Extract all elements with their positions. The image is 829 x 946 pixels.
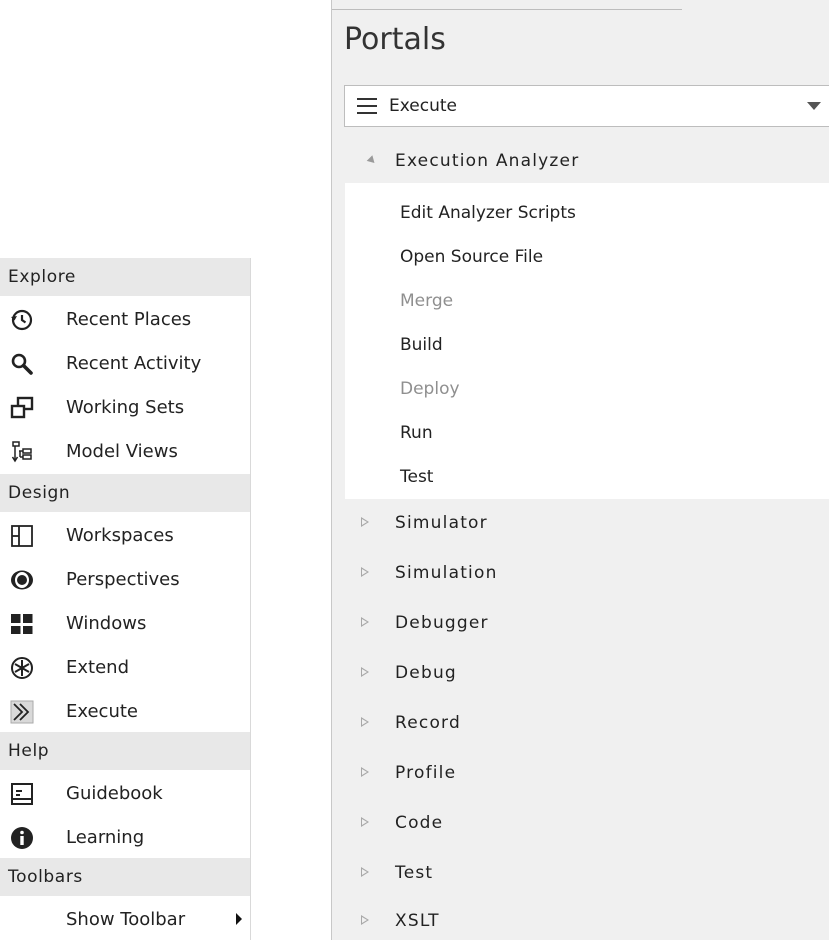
group-label: Test: [395, 863, 434, 883]
portal-item-test[interactable]: Test: [400, 455, 433, 499]
section-header-explore: Explore: [0, 258, 250, 296]
portal-item-run[interactable]: Run: [400, 411, 433, 455]
menu-item-perspectives[interactable]: Perspectives: [0, 558, 250, 602]
group-header-test[interactable]: Test: [345, 848, 829, 898]
info-icon: [11, 827, 33, 849]
collapsed-triangle-icon: [361, 817, 369, 827]
menu-item-label: Execute: [66, 701, 138, 722]
menu-item-guidebook[interactable]: Guidebook: [0, 772, 250, 816]
menu-item-label: Recent Places: [66, 309, 192, 330]
group-label: Profile: [395, 763, 457, 783]
portal-item-edit-analyzer-scripts[interactable]: Edit Analyzer Scripts: [400, 191, 576, 235]
panel-top-divider: [332, 9, 682, 10]
menu-item-label: Perspectives: [66, 569, 180, 590]
portal-selector-value: Execute: [389, 96, 457, 116]
portals-panel: Portals Execute Execution Analyzer Edit …: [331, 0, 829, 940]
collapsed-triangle-icon: [361, 567, 369, 577]
portals-menu: Explore Recent Places Recent Activity Wo…: [0, 258, 251, 940]
group-label: Simulator: [395, 513, 488, 533]
group-header-profile[interactable]: Profile: [345, 748, 829, 798]
group-header-simulation[interactable]: Simulation: [345, 548, 829, 598]
group-label: Record: [395, 713, 461, 733]
menu-item-recent-places[interactable]: Recent Places: [0, 298, 250, 342]
menu-item-working-sets[interactable]: Working Sets: [0, 386, 250, 430]
guidebook-icon: [11, 783, 33, 805]
menu-item-workspaces[interactable]: Workspaces: [0, 514, 250, 558]
collapsed-triangle-icon: [361, 667, 369, 677]
menu-item-label: Learning: [66, 827, 145, 848]
menu-item-label: Extend: [66, 657, 129, 678]
collapsed-triangle-icon: [361, 517, 369, 527]
menu-item-execute[interactable]: Execute: [0, 690, 250, 734]
section-header-design: Design: [0, 474, 250, 512]
group-label: Debug: [395, 663, 457, 683]
collapsed-triangle-icon: [361, 617, 369, 627]
expanded-triangle-icon: [366, 155, 378, 166]
collapsed-triangle-icon: [361, 717, 369, 727]
group-header-debugger[interactable]: Debugger: [345, 598, 829, 648]
menu-item-windows[interactable]: Windows: [0, 602, 250, 646]
execute-icon: [10, 700, 34, 724]
portal-item-deploy: Deploy: [400, 379, 460, 399]
section-header-toolbars: Toolbars: [0, 858, 250, 896]
history-icon: [11, 309, 33, 331]
working-sets-icon: [10, 396, 34, 419]
group-label: Debugger: [395, 613, 489, 633]
group-header-execution-analyzer[interactable]: Execution Analyzer: [345, 139, 829, 183]
portal-item-merge: Merge: [400, 291, 454, 311]
group-label: Simulation: [395, 563, 498, 583]
hamburger-icon: [357, 98, 377, 114]
group-label: Code: [395, 813, 444, 833]
portal-item-open-source-file[interactable]: Open Source File: [400, 235, 543, 279]
group-header-record[interactable]: Record: [345, 698, 829, 748]
group-label: XSLT: [395, 911, 440, 931]
menu-item-label: Guidebook: [66, 783, 163, 804]
section-header-help: Help: [0, 732, 250, 770]
group-header-debug[interactable]: Debug: [345, 648, 829, 698]
menu-item-label: Workspaces: [66, 525, 174, 546]
menu-item-recent-activity[interactable]: Recent Activity: [0, 342, 250, 386]
menu-item-label: Show Toolbar: [66, 909, 186, 930]
submenu-arrow-icon: [236, 913, 242, 925]
group-header-xslt[interactable]: XSLT: [345, 896, 829, 946]
group-label: Execution Analyzer: [395, 151, 580, 171]
dropdown-arrow-icon[interactable]: [807, 102, 821, 110]
eye-icon: [11, 570, 33, 590]
model-views-icon: [11, 441, 32, 463]
panel-title: Portals: [344, 22, 446, 57]
group-header-code[interactable]: Code: [345, 798, 829, 848]
menu-item-label: Working Sets: [66, 397, 185, 418]
windows-grid-icon: [11, 614, 33, 634]
menu-item-label: Model Views: [66, 441, 178, 462]
magnifier-icon: [11, 353, 33, 375]
menu-item-model-views[interactable]: Model Views: [0, 430, 250, 474]
collapsed-triangle-icon: [361, 867, 369, 877]
menu-item-learning[interactable]: Learning: [0, 816, 250, 860]
extend-icon: [11, 657, 33, 679]
collapsed-triangle-icon: [361, 915, 369, 925]
workspaces-icon: [11, 525, 33, 547]
menu-item-extend[interactable]: Extend: [0, 646, 250, 690]
group-header-simulator[interactable]: Simulator: [345, 498, 829, 548]
menu-item-show-toolbar[interactable]: Show Toolbar: [0, 898, 250, 942]
collapsed-triangle-icon: [361, 767, 369, 777]
portal-selector-dropdown[interactable]: Execute: [344, 85, 829, 127]
menu-item-label: Windows: [66, 613, 147, 634]
menu-item-label: Recent Activity: [66, 353, 202, 374]
portal-item-build[interactable]: Build: [400, 323, 443, 367]
